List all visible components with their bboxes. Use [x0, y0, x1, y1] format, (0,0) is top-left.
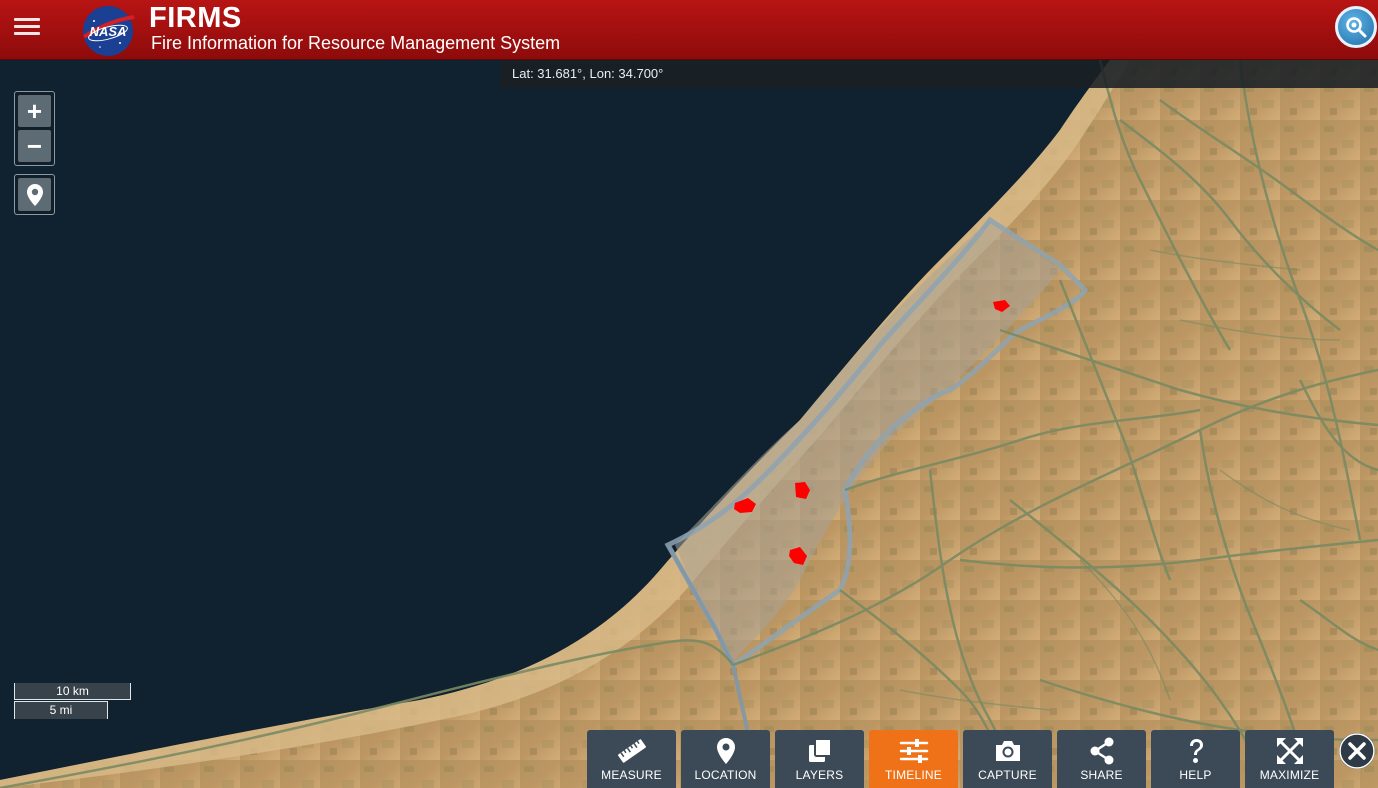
camera-icon — [995, 741, 1020, 761]
tool-label: SHARE — [1080, 768, 1123, 782]
tool-label: LAYERS — [795, 768, 844, 782]
hamburger-menu-icon[interactable] — [14, 15, 40, 41]
scale-bar-km: 10 km — [14, 683, 131, 700]
map-pin-icon — [26, 183, 43, 206]
tool-label: LOCATION — [694, 768, 757, 782]
tool-label: CAPTURE — [978, 768, 1037, 782]
tool-label: HELP — [1179, 768, 1212, 782]
app-subtitle: Fire Information for Resource Management… — [151, 33, 561, 53]
location-button[interactable]: LOCATION — [681, 730, 770, 788]
search-icon — [1346, 17, 1367, 38]
close-icon — [1339, 733, 1375, 769]
share-button[interactable]: SHARE — [1057, 730, 1146, 788]
app-title: FIRMS — [149, 2, 242, 34]
question-icon — [1189, 739, 1203, 763]
ruler-icon — [617, 739, 646, 763]
app-header: NASA FIRMS Fire Information for Resource… — [0, 0, 1378, 60]
search-button[interactable] — [1335, 6, 1377, 48]
svg-text:NASA: NASA — [90, 24, 127, 39]
coordinate-readout: Lat: 31.681°, Lon: 34.700° — [500, 60, 1378, 88]
map-toolbar: MEASURE LOCATION LAYERS TIMELINE CAPTURE… — [587, 730, 1339, 788]
share-icon — [1090, 737, 1113, 765]
tool-label: MEASURE — [601, 768, 662, 782]
zoom-controls: + − — [14, 91, 55, 166]
map-pin-icon — [716, 738, 735, 764]
layers-icon — [808, 738, 832, 762]
tool-label: TIMELINE — [885, 768, 942, 782]
close-toolbar-button[interactable] — [1339, 733, 1375, 769]
sliders-icon — [899, 739, 928, 763]
capture-button[interactable]: CAPTURE — [963, 730, 1052, 788]
zoom-out-button[interactable]: − — [18, 130, 51, 162]
measure-button[interactable]: MEASURE — [587, 730, 676, 788]
help-button[interactable]: HELP — [1151, 730, 1240, 788]
layers-button[interactable]: LAYERS — [775, 730, 864, 788]
locate-button[interactable] — [18, 178, 51, 211]
timeline-button[interactable]: TIMELINE — [869, 730, 958, 788]
tool-label: MAXIMIZE — [1259, 768, 1320, 782]
maximize-button[interactable]: MAXIMIZE — [1245, 730, 1334, 788]
maximize-icon — [1276, 738, 1303, 764]
nasa-logo: NASA — [82, 6, 135, 56]
satellite-map[interactable] — [0, 60, 1378, 788]
locate-control — [14, 174, 55, 215]
zoom-in-button[interactable]: + — [18, 95, 51, 127]
scale-bar-mi: 5 mi — [14, 701, 108, 719]
